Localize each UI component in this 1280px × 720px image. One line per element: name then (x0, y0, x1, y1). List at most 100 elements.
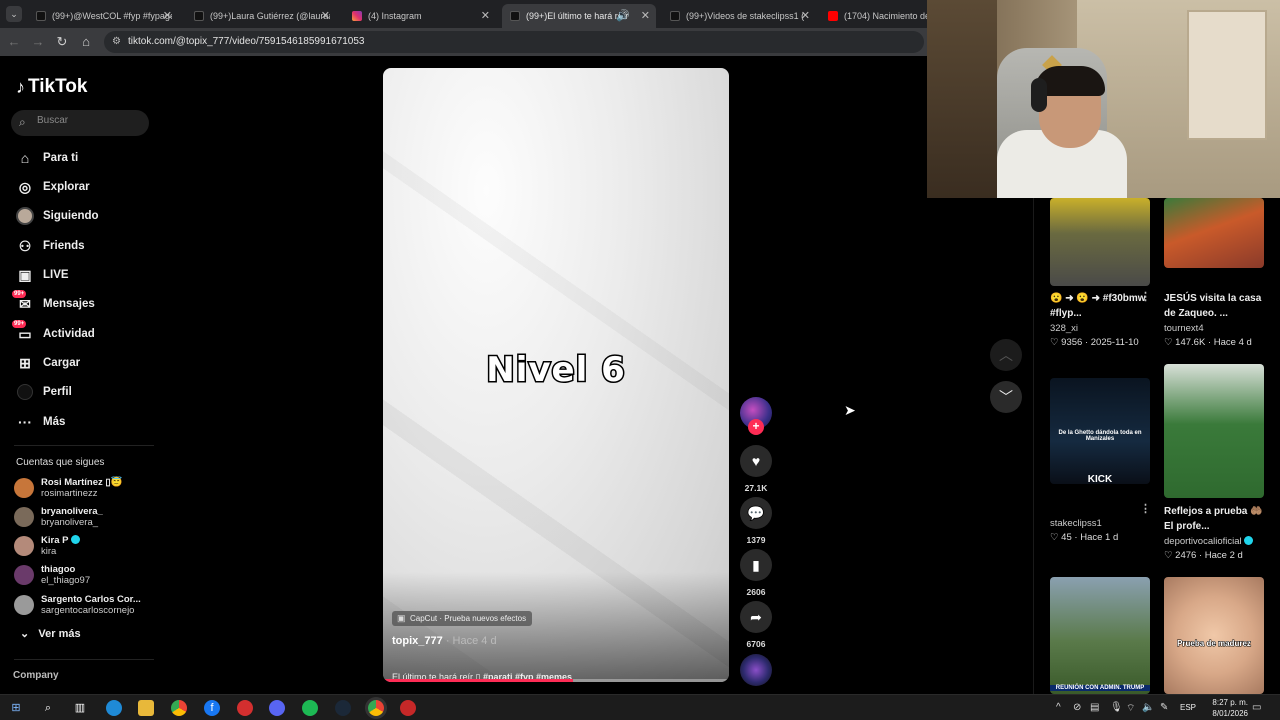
input-language[interactable]: ESP (1180, 703, 1196, 712)
close-tab-icon[interactable]: ✕ (641, 9, 650, 22)
spotify-icon[interactable] (302, 700, 318, 716)
edge-icon[interactable] (106, 700, 122, 716)
tiktok-logo[interactable]: ♪ TikTok (16, 76, 87, 98)
browser-tab[interactable]: (4) Instagram ✕ (344, 4, 496, 28)
company-link[interactable]: Company (13, 670, 59, 681)
close-tab-icon[interactable]: ✕ (163, 9, 172, 22)
nav-mas[interactable]: ··· Más (16, 411, 65, 433)
search-icon[interactable]: ⌕ (40, 700, 56, 716)
browser-tab[interactable]: (1704) Nacimiento de nu (820, 4, 927, 28)
site-info-icon[interactable]: ⚙ (112, 36, 121, 47)
search-box[interactable]: ⌕ (11, 110, 149, 136)
card-author[interactable]: stakeclipss1 (1050, 518, 1102, 529)
previous-video-button[interactable]: ︿ (990, 339, 1022, 371)
nav-actividad[interactable]: ▭ 99+ Actividad (12, 320, 95, 345)
speaker-icon[interactable]: 🔊 (616, 9, 630, 22)
nav-cargar[interactable]: ⊞ Cargar (16, 352, 80, 374)
card-author[interactable]: deportivocalioficial (1164, 536, 1242, 547)
video-thumbnail[interactable]: De la Ghetto dándola toda en Manizales K… (1050, 378, 1150, 484)
following-account[interactable]: Kira P kira (14, 532, 80, 560)
facebook-icon[interactable]: f (204, 700, 220, 716)
pen-icon[interactable]: ✎ (1160, 702, 1168, 713)
browser-tab[interactable]: (99+)Videos de stakeclipss1 ( ✕ (662, 4, 816, 28)
close-tab-icon[interactable]: ✕ (481, 9, 490, 22)
following-account[interactable]: thiagoo el_thiago97 (14, 561, 90, 589)
chevron-up-icon[interactable]: ^ (1056, 702, 1061, 713)
video-thumbnail[interactable]: Prueba de madurez (1164, 577, 1264, 694)
video-thumbnail[interactable] (1050, 198, 1150, 286)
video-thumbnail[interactable] (1164, 198, 1264, 268)
comment-icon[interactable]: 💬 (740, 497, 772, 529)
like-action[interactable]: ♥ 27.1K (740, 445, 772, 493)
nav-siguiendo[interactable]: Siguiendo (16, 205, 99, 227)
nav-para-ti[interactable]: ⌂ Para ti (16, 147, 78, 169)
back-icon[interactable]: ← (6, 34, 22, 49)
video-thumbnail[interactable]: REUNIÓN CON ADMIN. TRUMP (1050, 577, 1150, 694)
chrome-icon[interactable] (171, 700, 187, 716)
address-bar[interactable]: ⚙ tiktok.com/@topix_777/video/7591546185… (104, 31, 924, 53)
steam-icon[interactable] (335, 700, 351, 716)
video-author[interactable]: topix_777 (392, 635, 443, 647)
capcut-effect-link[interactable]: CapCut · Prueba nuevos efectos (392, 611, 533, 626)
heart-outline-icon: ♡ (1050, 337, 1059, 348)
nav-mensajes[interactable]: ✉ 99+ Mensajes (12, 290, 95, 315)
home-button-icon[interactable]: ⌂ (78, 34, 94, 49)
video-player[interactable]: Nivel 6 CapCut · Prueba nuevos efectos t… (383, 68, 729, 682)
next-video-button[interactable]: ﹀ (990, 381, 1022, 413)
notifications-icon[interactable]: ▭ (1252, 702, 1261, 713)
task-view-icon[interactable]: ▥ (72, 700, 88, 716)
tray-icon[interactable]: ▤ (1090, 702, 1099, 713)
taskbar-clock[interactable]: 8:27 p. m. 8/01/2026 (1212, 697, 1248, 719)
following-account[interactable]: Sargento Carlos Cor... sargentocarloscorn… (14, 591, 141, 619)
wifi-icon[interactable]: ⌔ (1126, 702, 1135, 715)
clock-date: 8/01/2026 (1212, 709, 1248, 718)
browser-tab[interactable]: (99+)Laura Gutiérrez (@lauraag ✕ (186, 4, 336, 28)
forward-icon[interactable]: → (30, 34, 46, 49)
comment-action[interactable]: 💬 1379 (740, 497, 772, 545)
following-account[interactable]: Rosi Martínez ▯😇 rosimartinezz (14, 474, 122, 502)
bookmark-icon[interactable]: ▮ (740, 549, 772, 581)
nav-explorar[interactable]: ◎ Explorar (16, 176, 90, 198)
close-tab-icon[interactable]: ✕ (321, 9, 330, 22)
tiktok-icon (670, 11, 680, 21)
save-action[interactable]: ▮ 2606 (740, 549, 772, 597)
nav-friends[interactable]: ⚇ Friends (16, 235, 85, 257)
card-title[interactable]: JESÚS visita la casa de Zaqueo. ... (1164, 291, 1264, 321)
card-author[interactable]: 328_xi (1050, 323, 1078, 334)
app-icon[interactable] (400, 700, 416, 716)
nav-perfil[interactable]: Perfil (16, 381, 72, 403)
more-options-icon[interactable]: ⋮ (1140, 290, 1151, 303)
file-explorer-icon[interactable] (138, 700, 154, 716)
more-options-icon[interactable]: ⋮ (1140, 502, 1151, 515)
nav-live[interactable]: ▣ LIVE (16, 264, 68, 286)
music-disc-icon[interactable] (740, 654, 772, 686)
following-account[interactable]: bryanolivera_ bryanolivera_ (14, 503, 103, 531)
app-icon[interactable] (237, 700, 253, 716)
volume-icon[interactable]: 🔈 (1142, 702, 1154, 713)
browser-tab-active[interactable]: (99+)El último te hará reír D 🔊 ✕ (502, 4, 656, 28)
card-author[interactable]: tournext4 (1164, 323, 1204, 334)
windows-start-icon[interactable]: ⊞ (8, 700, 24, 716)
url-text[interactable]: tiktok.com/@topix_777/video/759154618599… (128, 36, 364, 47)
tray-icon[interactable]: ⊘ (1073, 702, 1081, 713)
tab-search-button[interactable]: ⌄ (6, 6, 22, 22)
share-action[interactable]: ➦ 6706 (740, 601, 772, 649)
share-icon[interactable]: ➦ (740, 601, 772, 633)
video-thumbnail[interactable] (1164, 364, 1264, 498)
reload-icon[interactable]: ↻ (54, 34, 70, 50)
heart-icon[interactable]: ♥ (740, 445, 772, 477)
microphone-icon[interactable]: 🎙 (1110, 702, 1123, 713)
see-more-button[interactable]: ⌄ Ver más (20, 627, 81, 640)
card-title[interactable]: 😮 ➜ 😮 ➜ #f30bmw #flyp... (1050, 291, 1150, 321)
discord-icon[interactable] (269, 700, 285, 716)
follow-plus-icon[interactable]: + (748, 419, 764, 435)
chrome-active-icon[interactable] (368, 700, 384, 716)
close-tab-icon[interactable]: ✕ (801, 9, 810, 22)
nav-label: Más (43, 416, 66, 428)
browser-tab[interactable]: (99+)@WestCOL #fyp #fypage ✕ (28, 4, 178, 28)
video-progress-bar[interactable] (383, 679, 729, 682)
card-title[interactable]: Reflejos a prueba 🤲🏽 El profe... (1164, 504, 1264, 534)
card-date: 2025-11-10 (1090, 337, 1139, 348)
verified-icon (70, 535, 80, 544)
search-input[interactable] (37, 115, 142, 126)
